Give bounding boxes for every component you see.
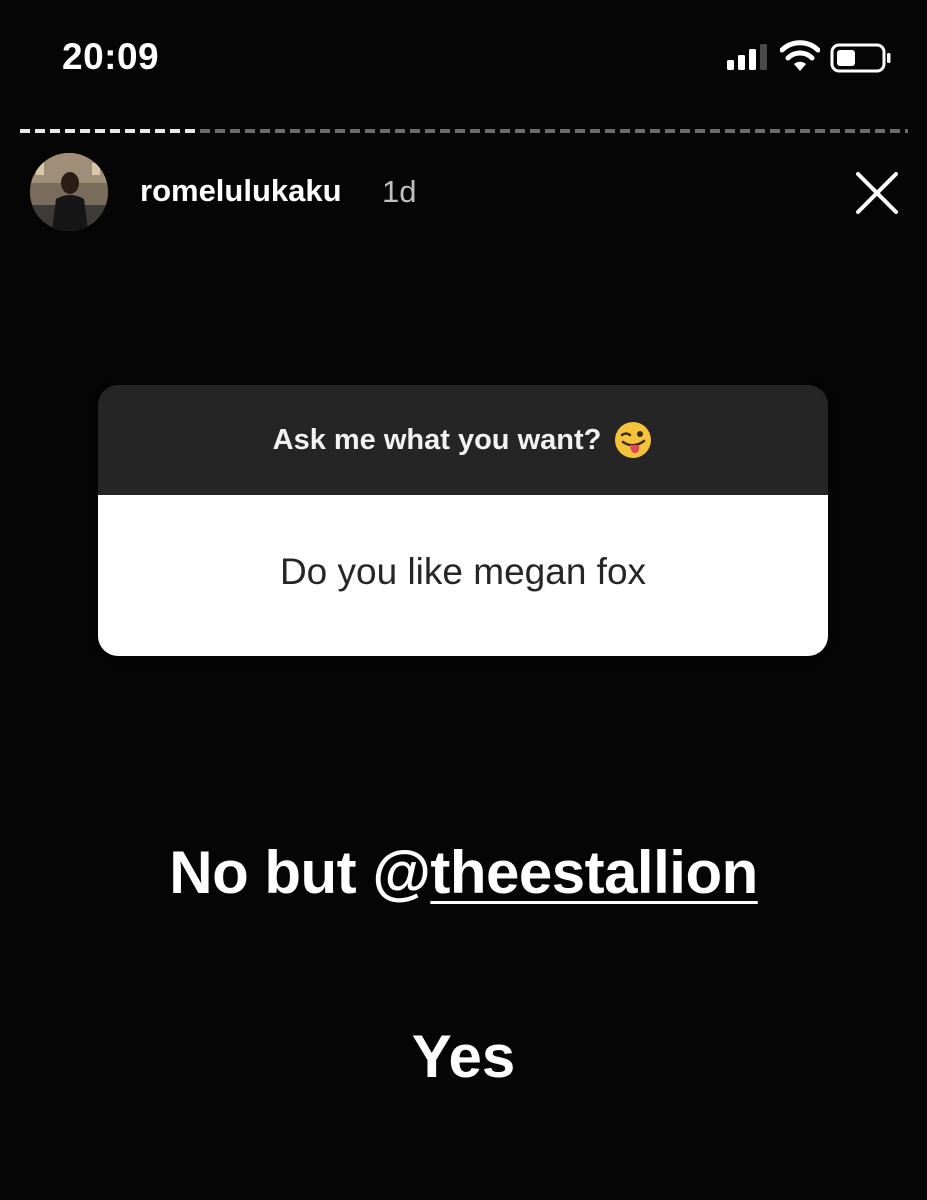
answer-prefix: No but @ — [169, 839, 431, 906]
mention-link[interactable]: theestallion — [430, 839, 758, 906]
answer-line-2: Yes — [411, 1023, 516, 1090]
story-progress-bar — [20, 129, 908, 133]
question-sticker-body: Do you like megan fox — [98, 495, 828, 656]
avatar-image — [30, 153, 108, 231]
wifi-icon — [780, 40, 820, 71]
avatar[interactable] — [30, 153, 108, 231]
status-time: 20:09 — [62, 36, 160, 77]
question-sticker-header: Ask me what you want? — [98, 385, 828, 495]
close-icon[interactable] — [852, 168, 902, 218]
battery-icon — [830, 43, 891, 73]
question-text: Do you like megan fox — [279, 550, 647, 592]
question-prompt: Ask me what you want? — [272, 423, 602, 456]
answer-line-1: No but @theestallion — [0, 838, 927, 907]
story-timestamp: 1d — [382, 174, 417, 209]
winking-face-with-tongue-icon — [615, 422, 652, 458]
story-username[interactable]: romelulukaku — [140, 173, 342, 209]
signal-icon — [727, 44, 767, 70]
question-sticker[interactable]: Ask me what you want? Do you like megan … — [98, 385, 828, 656]
story-screen: 20:09 romelulukaku 1d Ask me what you wa… — [0, 0, 927, 1200]
